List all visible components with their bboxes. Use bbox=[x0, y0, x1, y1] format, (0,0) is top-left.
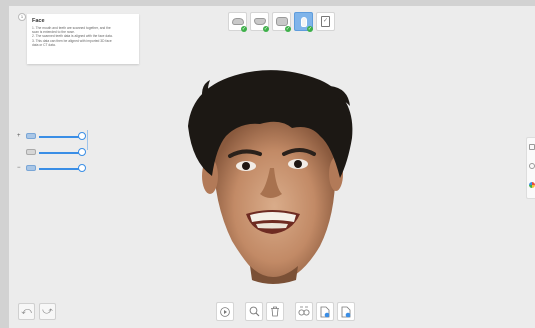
color-palette-icon[interactable] bbox=[529, 182, 535, 188]
tooth-button[interactable]: ✓ bbox=[294, 12, 313, 32]
step-badge: 1 bbox=[18, 13, 26, 21]
right-side-panel bbox=[526, 137, 535, 199]
slider-track bbox=[39, 152, 81, 154]
face-scan-3d-model[interactable] bbox=[180, 66, 360, 288]
file-check-button[interactable] bbox=[337, 302, 355, 321]
top-toolbar: ✓ ✓ ✓ ✓ bbox=[228, 12, 335, 32]
lower-jaw-icon bbox=[253, 18, 266, 25]
bite-button[interactable]: ✓ bbox=[272, 12, 291, 32]
face-scan-icon bbox=[298, 306, 310, 316]
delete-button[interactable] bbox=[266, 302, 284, 321]
check-icon: ✓ bbox=[285, 26, 291, 32]
lower-jaw-icon bbox=[26, 165, 36, 171]
tooth-icon bbox=[300, 16, 307, 27]
slider-tooth[interactable] bbox=[17, 148, 89, 158]
zoom-search-button[interactable] bbox=[245, 302, 263, 321]
slider-track bbox=[39, 136, 81, 138]
check-icon: ✓ bbox=[307, 26, 313, 32]
check-icon: ✓ bbox=[241, 26, 247, 32]
tooth-icon bbox=[26, 149, 36, 155]
info-panel: Face 1. The mouth and teeth are scanned … bbox=[27, 14, 139, 64]
slider-thumb[interactable] bbox=[78, 148, 86, 156]
slider-track bbox=[39, 168, 81, 170]
info-title: Face bbox=[32, 18, 45, 24]
upper-jaw-button[interactable]: ✓ bbox=[228, 12, 247, 32]
upper-jaw-icon bbox=[26, 133, 36, 139]
file-check-icon bbox=[341, 306, 351, 317]
face-scan-button[interactable] bbox=[295, 302, 313, 321]
slider-divider bbox=[87, 130, 88, 150]
zoom-search-icon bbox=[249, 306, 259, 317]
check-icon: ✓ bbox=[263, 26, 269, 32]
upper-jaw-icon bbox=[231, 18, 244, 25]
undo-button[interactable]: ⤺ bbox=[18, 303, 35, 320]
image-icon[interactable] bbox=[529, 144, 535, 150]
slider-thumb[interactable] bbox=[78, 132, 86, 140]
slider-upper-jaw[interactable]: + bbox=[17, 132, 89, 142]
slider-thumb[interactable] bbox=[78, 164, 86, 172]
circle-icon[interactable] bbox=[529, 163, 535, 169]
clipboard-check-button[interactable] bbox=[316, 12, 335, 31]
bite-icon bbox=[275, 17, 288, 26]
trash-icon bbox=[271, 306, 279, 317]
play-button[interactable] bbox=[216, 302, 234, 321]
lower-jaw-button[interactable]: ✓ bbox=[250, 12, 269, 32]
file-edit-icon bbox=[320, 306, 330, 317]
slider-sign: − bbox=[17, 165, 21, 171]
face-scan-image bbox=[188, 70, 353, 284]
bottom-toolbar bbox=[216, 302, 355, 321]
redo-button[interactable]: ⤻ bbox=[39, 303, 56, 320]
slider-sign: + bbox=[17, 133, 21, 139]
file-edit-button[interactable] bbox=[316, 302, 334, 321]
clipboard-check-icon bbox=[321, 16, 330, 27]
play-icon bbox=[220, 306, 230, 317]
info-line: data or CT data. bbox=[32, 42, 56, 47]
history-controls: ⤺ ⤻ bbox=[18, 303, 56, 320]
slider-lower-jaw[interactable]: − bbox=[17, 164, 89, 174]
